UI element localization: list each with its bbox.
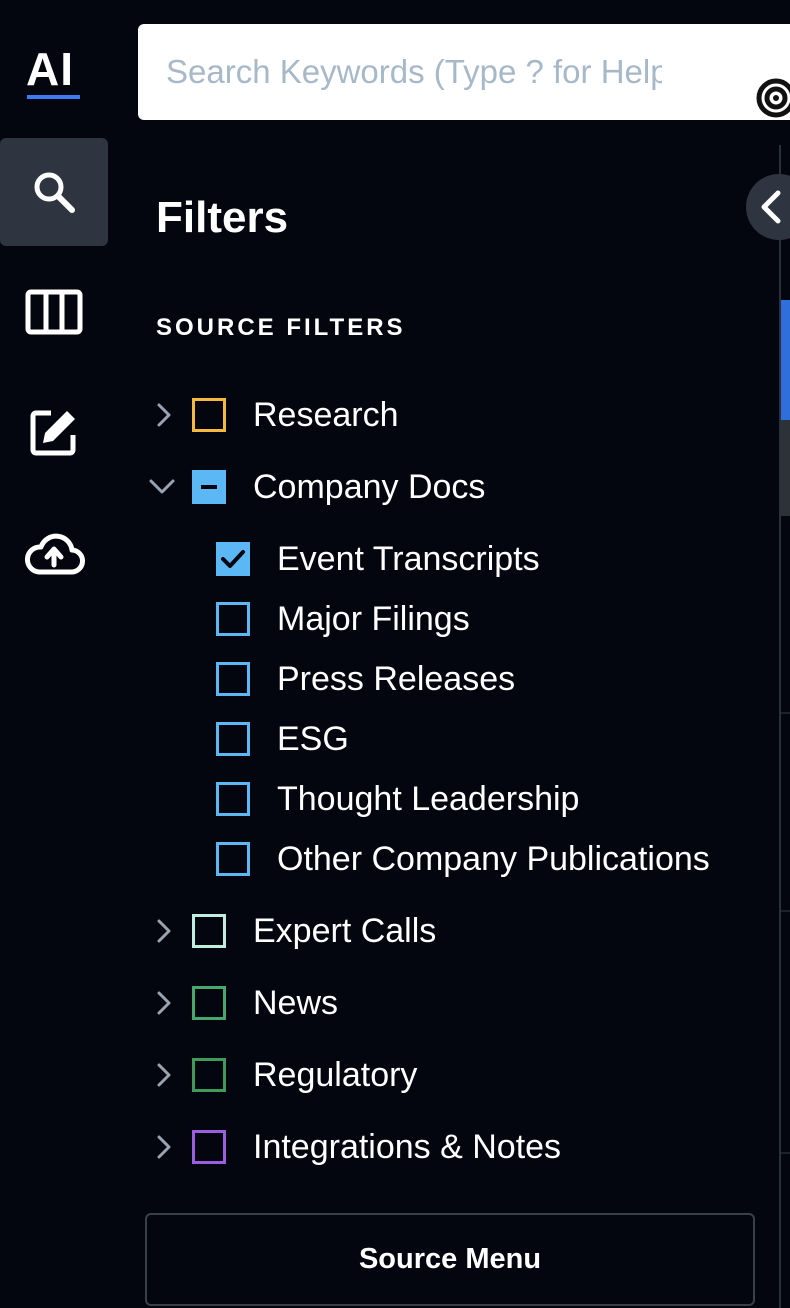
collapse-panel-button[interactable] [746, 174, 790, 240]
chevron-right-icon[interactable] [156, 1055, 186, 1095]
filter-regulatory[interactable]: Regulatory [156, 1055, 417, 1095]
logo-underline [27, 95, 80, 99]
logo-text: AI [26, 43, 74, 95]
filter-label: Event Transcripts [277, 540, 540, 578]
filter-label: Company Docs [253, 468, 486, 506]
chevron-right-icon[interactable] [156, 911, 186, 951]
panel-title: Filters [156, 193, 289, 242]
checkbox-esg[interactable] [216, 722, 250, 756]
checkbox-company-docs[interactable] [192, 470, 226, 504]
filter-thought-leadership[interactable]: Thought Leadership [216, 779, 579, 819]
filter-label: Research [253, 396, 399, 434]
checkmark-icon [221, 550, 245, 568]
content-divider [781, 712, 790, 714]
search-icon [34, 172, 75, 213]
chevron-down-icon[interactable] [148, 467, 186, 507]
search-input[interactable] [166, 48, 662, 96]
checkbox-expert-calls[interactable] [192, 914, 226, 948]
filter-label: News [253, 984, 339, 1022]
edit-icon [30, 410, 76, 456]
filter-research[interactable]: Research [156, 395, 399, 435]
filter-label: Major Filings [277, 600, 470, 638]
scrollbar-thumb[interactable] [781, 300, 790, 420]
checkbox-regulatory[interactable] [192, 1058, 226, 1092]
checkbox-research[interactable] [192, 398, 226, 432]
left-nav-rail: AI [0, 0, 120, 1308]
filter-press-releases[interactable]: Press Releases [216, 659, 515, 699]
checkbox-thought-leadership[interactable] [216, 782, 250, 816]
filter-integrations-notes[interactable]: Integrations & Notes [156, 1127, 561, 1167]
indeterminate-icon [201, 485, 217, 489]
filter-label: Thought Leadership [277, 780, 580, 818]
filter-label: Other Company Publications [277, 840, 710, 878]
filter-label: Integrations & Notes [253, 1128, 562, 1166]
scrollbar-track [781, 420, 790, 516]
source-menu-label: Source Menu [358, 1243, 542, 1275]
checkbox-news[interactable] [192, 986, 226, 1020]
filter-esg[interactable]: ESG [216, 719, 349, 759]
checkbox-press-releases[interactable] [216, 662, 250, 696]
filter-label: Regulatory [253, 1056, 418, 1094]
checkbox-other-company-publications[interactable] [216, 842, 250, 876]
chevron-right-icon[interactable] [156, 395, 186, 435]
content-divider [781, 1152, 790, 1154]
nav-search-button[interactable] [0, 138, 108, 246]
filter-label: Press Releases [277, 660, 516, 698]
nav-notes-button[interactable] [0, 378, 108, 486]
source-menu-button[interactable]: Source Menu [145, 1213, 755, 1306]
chevron-right-icon[interactable] [156, 1127, 186, 1167]
filter-company-docs[interactable]: Company Docs [148, 467, 485, 507]
columns-icon [25, 289, 83, 335]
app-logo[interactable]: AI [26, 44, 82, 100]
filter-event-transcripts[interactable]: Event Transcripts [216, 539, 540, 579]
search-bar [138, 24, 790, 120]
filter-label: ESG [277, 720, 349, 758]
filter-label: Expert Calls [253, 912, 437, 950]
section-label: SOURCE FILTERS [156, 314, 406, 341]
cloud-upload-icon [25, 533, 85, 575]
content-divider [781, 910, 790, 912]
filter-news[interactable]: News [156, 983, 338, 1023]
checkbox-integrations-notes[interactable] [192, 1130, 226, 1164]
podcast-icon[interactable] [754, 76, 790, 120]
chevron-left-icon [761, 190, 781, 224]
filter-expert-calls[interactable]: Expert Calls [156, 911, 436, 951]
nav-upload-button[interactable] [0, 500, 108, 608]
filter-other-company-publications[interactable]: Other Company Publications [216, 839, 710, 879]
chevron-right-icon[interactable] [156, 983, 186, 1023]
nav-columns-button[interactable] [0, 258, 108, 366]
checkbox-major-filings[interactable] [216, 602, 250, 636]
filter-major-filings[interactable]: Major Filings [216, 599, 470, 639]
checkbox-event-transcripts[interactable] [216, 542, 250, 576]
